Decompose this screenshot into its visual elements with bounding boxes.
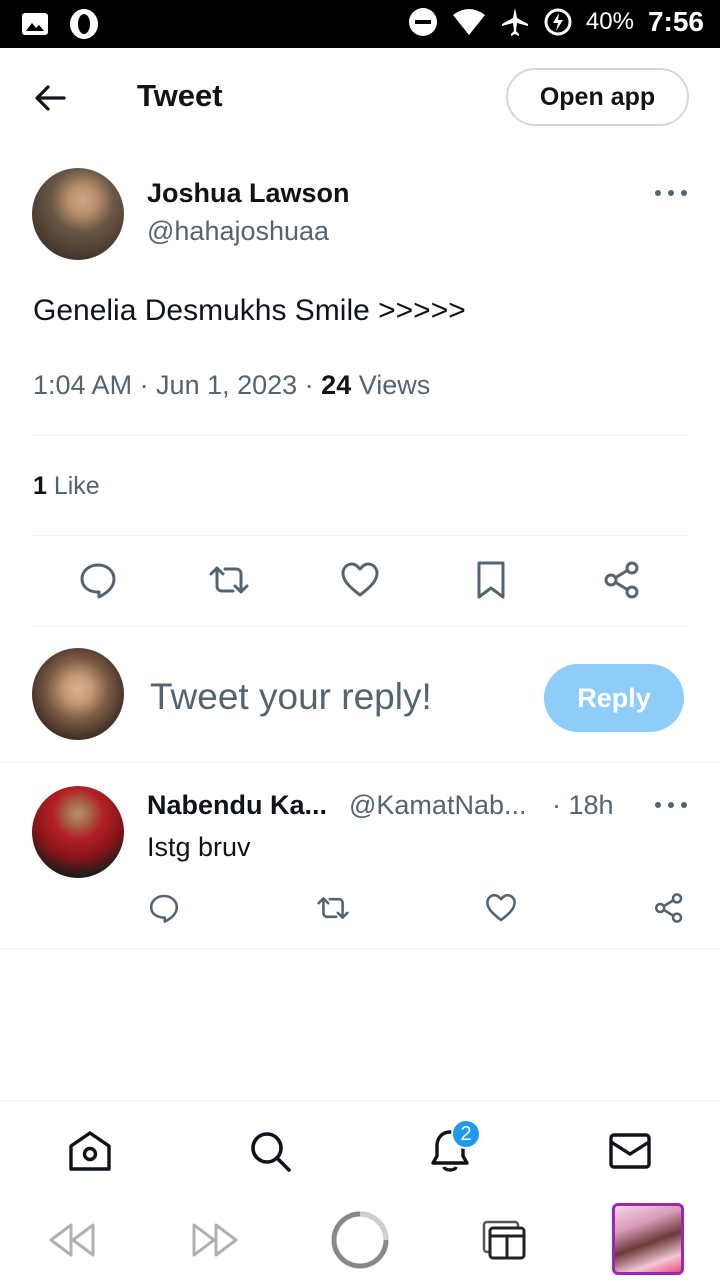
divider xyxy=(32,435,688,436)
reply-actions xyxy=(147,888,688,928)
nav-messages[interactable] xyxy=(606,1127,654,1175)
opera-menu-button[interactable] xyxy=(330,1210,390,1270)
like-action-button[interactable] xyxy=(336,556,384,604)
tweet-timestamp[interactable]: 1:04 AM · Jun 1, 2023 · xyxy=(33,370,321,400)
heart-icon xyxy=(486,893,516,922)
back-button[interactable] xyxy=(30,78,70,118)
reply-action-button[interactable] xyxy=(74,556,122,604)
gallery-icon xyxy=(20,9,50,39)
fast-forward-icon xyxy=(192,1223,238,1257)
share-icon xyxy=(654,893,683,923)
views-label: Views xyxy=(351,370,431,400)
reply-author-name[interactable]: Nabendu Ka... xyxy=(147,790,327,821)
divider xyxy=(0,948,720,949)
search-icon xyxy=(251,1132,291,1172)
wifi-icon xyxy=(452,7,486,37)
browser-back-button[interactable] xyxy=(41,1210,101,1270)
page-title: Tweet xyxy=(137,78,223,113)
tweet-actions xyxy=(32,556,688,604)
rewind-icon xyxy=(49,1223,95,1257)
nav-home[interactable] xyxy=(66,1127,114,1175)
retweet-icon xyxy=(317,897,349,919)
divider xyxy=(0,762,720,763)
author-name[interactable]: Joshua Lawson xyxy=(147,178,350,209)
comment-icon xyxy=(149,894,179,923)
likes-label: Like xyxy=(46,472,100,500)
status-bar: 40% 7:56 xyxy=(0,0,720,48)
retweet-action-button[interactable] xyxy=(205,556,253,604)
reply-share-button[interactable] xyxy=(649,888,689,928)
opera-icon xyxy=(68,8,100,40)
views-count: 24 xyxy=(321,370,352,400)
open-app-button[interactable]: Open app xyxy=(506,68,689,126)
reply-input[interactable]: Tweet your reply! xyxy=(150,676,432,718)
tabs-button[interactable] xyxy=(474,1210,534,1270)
divider xyxy=(32,625,688,626)
do-not-disturb-icon xyxy=(408,7,438,37)
likes-count: 1 xyxy=(33,472,47,500)
author-avatar[interactable] xyxy=(32,168,124,260)
more-options-icon[interactable] xyxy=(655,800,687,810)
reply-comment-button[interactable] xyxy=(144,888,184,928)
clock: 7:56 xyxy=(647,6,704,37)
current-user-avatar xyxy=(32,648,124,740)
reply-like-button[interactable] xyxy=(481,888,521,928)
nav-search[interactable] xyxy=(246,1127,294,1175)
browser-profile-thumbnail[interactable] xyxy=(612,1203,684,1275)
bottom-navigation: 2 xyxy=(0,1100,720,1200)
notification-badge: 2 xyxy=(451,1119,481,1149)
tweet-text: Genelia Desmukhs Smile >>>>> xyxy=(33,294,466,327)
browser-forward-button[interactable] xyxy=(186,1210,246,1270)
mail-icon xyxy=(609,1133,651,1169)
reply-text: Istg bruv xyxy=(147,832,251,862)
more-options-icon[interactable] xyxy=(655,188,687,198)
battery-percent: 40% xyxy=(585,8,634,35)
reply-timestamp[interactable]: · 18h xyxy=(552,790,614,821)
reply-button[interactable]: Reply xyxy=(544,664,684,732)
tabs-icon xyxy=(482,1220,526,1260)
opera-o-icon xyxy=(331,1211,389,1269)
tweet-meta: 1:04 AM · Jun 1, 2023 · 24 Views xyxy=(33,370,430,401)
heart-icon xyxy=(341,562,379,597)
share-action-button[interactable] xyxy=(598,556,646,604)
reply-author-avatar[interactable] xyxy=(32,786,124,878)
airplane-icon xyxy=(500,7,530,37)
browser-toolbar xyxy=(0,1200,720,1280)
retweet-icon xyxy=(209,566,249,594)
author-handle[interactable]: @hahajoshuaa xyxy=(147,216,329,247)
divider xyxy=(32,535,688,536)
share-icon xyxy=(604,561,639,599)
reply-author-handle[interactable]: @KamatNab... xyxy=(349,790,526,821)
bookmark-action-button[interactable] xyxy=(467,556,515,604)
likes-link[interactable]: 1 Like xyxy=(33,472,100,501)
bookmark-icon xyxy=(477,561,505,599)
arrow-left-icon xyxy=(35,85,66,111)
home-icon xyxy=(69,1131,111,1171)
top-header: Tweet Open app xyxy=(0,48,720,146)
reply-retweet-button[interactable] xyxy=(313,888,353,928)
battery-charging-icon xyxy=(544,8,572,36)
comment-icon xyxy=(80,563,116,599)
